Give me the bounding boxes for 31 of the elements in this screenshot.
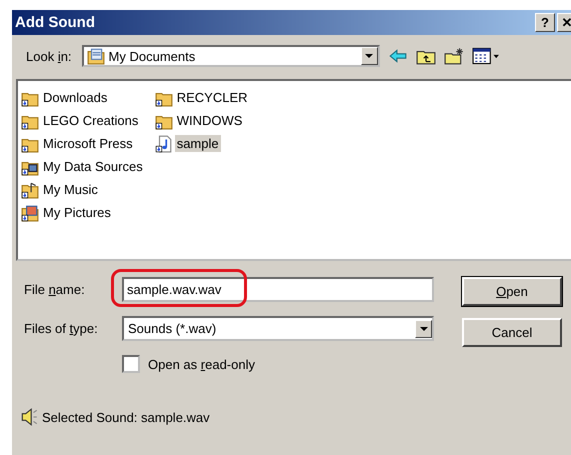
window-title: Add Sound: [15, 14, 95, 31]
look-in-label: Look in:: [26, 48, 72, 64]
file-item[interactable]: My Data Sources: [21, 155, 145, 178]
file-name-label: File name:: [24, 282, 86, 297]
documents-folder-icon: [86, 47, 105, 65]
selected-sound-text: Selected Sound: sample.wav: [42, 410, 210, 424]
view-menu-icon[interactable]: [472, 47, 500, 65]
file-item[interactable]: My Music: [21, 178, 145, 201]
file-item[interactable]: RECYCLER: [154, 86, 250, 109]
file-type-dropdown[interactable]: Sounds (*.wav): [122, 316, 434, 341]
sound-file-icon: [154, 134, 173, 152]
file-item[interactable]: Downloads: [21, 86, 145, 109]
speaker-icon: [20, 407, 38, 427]
music-folder-icon: [21, 180, 39, 198]
close-button[interactable]: ✕: [557, 13, 571, 32]
file-item[interactable]: sample: [154, 132, 250, 155]
open-button[interactable]: Open: [462, 277, 562, 306]
file-item[interactable]: My Pictures: [21, 201, 145, 224]
read-only-checkbox[interactable]: [122, 355, 140, 373]
help-button[interactable]: ?: [535, 13, 555, 32]
file-item[interactable]: LEGO Creations: [21, 109, 145, 132]
new-folder-icon[interactable]: [444, 47, 464, 65]
file-name-field[interactable]: sample.wav.wav: [122, 277, 434, 302]
read-only-label: Open as read-only: [148, 356, 255, 372]
look-in-dropdown[interactable]: My Documents: [82, 45, 380, 67]
cancel-button[interactable]: Cancel: [462, 318, 562, 347]
file-item[interactable]: WINDOWS: [154, 109, 250, 132]
file-item[interactable]: Microsoft Press: [21, 132, 145, 155]
pictures-folder-icon: [21, 204, 39, 222]
back-arrow-icon[interactable]: [388, 47, 408, 65]
file-type-label: Files of type:: [24, 321, 99, 336]
